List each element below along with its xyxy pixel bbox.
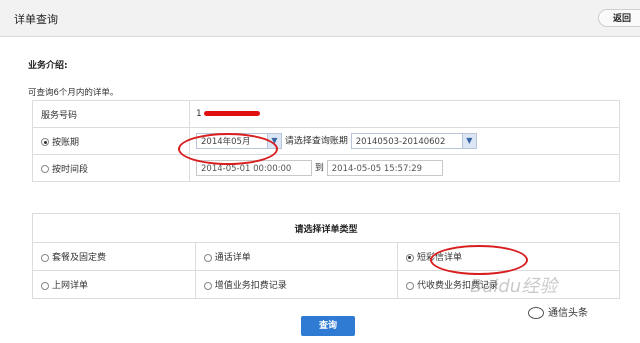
collection-fee-radio[interactable] <box>405 281 414 290</box>
redaction-mark <box>203 111 260 116</box>
option-label: 短彩信详单 <box>416 253 462 263</box>
period-select[interactable]: 20140503-20140602 ▼ <box>350 133 477 149</box>
option-label: 增值业务扣费记录 <box>214 281 287 291</box>
option-internet-detail[interactable]: 上网详单 <box>32 270 196 299</box>
watermark: Baidu经验 <box>470 276 558 297</box>
option-label: 套餐及固定费 <box>52 253 107 263</box>
option-label: 上网详单 <box>52 281 89 291</box>
detail-type-header: 请选择详单类型 <box>32 213 620 243</box>
period-radio[interactable] <box>41 138 49 146</box>
period-select-cell: 2014年05月 ▼ 请选择查询账期 20140503-20140602 ▼ <box>189 127 620 155</box>
period-radio-label: 按账期 <box>52 137 80 148</box>
chevron-down-icon[interactable]: ▼ <box>461 134 476 148</box>
time-radio-label: 按时间段 <box>52 164 89 175</box>
phone-row: 服务号码 1 <box>32 100 620 128</box>
month-select[interactable]: 2014年05月 ▼ <box>196 133 282 149</box>
back-button[interactable]: 返回 <box>598 9 640 27</box>
start-time-input[interactable]: 2014-05-01 00:00:00 <box>196 160 312 176</box>
intro-heading: 业务介绍: <box>28 61 68 71</box>
month-select-value: 2014年05月 <box>201 137 251 147</box>
intro-text: 可查询6个月内的详单。 <box>28 88 119 98</box>
to-label: 到 <box>314 163 324 174</box>
period-prompt: 请选择查询账期 <box>284 136 348 147</box>
page-header: 详单查询 返回 <box>0 0 640 37</box>
page-title: 详单查询 <box>14 13 58 26</box>
sms-detail-radio[interactable] <box>405 253 414 262</box>
phone-value: 1 <box>189 100 620 128</box>
phone-label: 服务号码 <box>32 100 190 128</box>
internet-detail-radio[interactable] <box>41 281 49 290</box>
option-sms-detail[interactable]: 短彩信详单 <box>396 242 621 271</box>
option-label: 通话详单 <box>214 253 251 263</box>
brand-label: 通信头条 <box>528 304 588 319</box>
option-value-added[interactable]: 增值业务扣费记录 <box>194 270 398 299</box>
period-row: 按账期 2014年05月 ▼ 请选择查询账期 20140503-20140602… <box>32 127 620 155</box>
wechat-icon <box>528 307 544 319</box>
chevron-down-icon[interactable]: ▼ <box>267 134 281 148</box>
detail-type-row: 套餐及固定费 通话详单 短彩信详单 <box>32 242 621 271</box>
value-added-radio[interactable] <box>203 281 212 290</box>
option-package-fee[interactable]: 套餐及固定费 <box>32 242 196 271</box>
query-form-table: 服务号码 1 按账期 2014年05月 ▼ 请选择查询账期 20140503-2… <box>32 100 620 182</box>
time-radio[interactable] <box>41 165 49 173</box>
time-radio-cell[interactable]: 按时间段 <box>32 154 190 182</box>
phone-prefix: 1 <box>196 109 202 119</box>
end-time-input[interactable]: 2014-05-05 15:57:29 <box>326 160 443 176</box>
period-radio-cell[interactable]: 按账期 <box>32 127 190 155</box>
time-range-cell: 2014-05-01 00:00:00 到 2014-05-05 15:57:2… <box>189 154 620 182</box>
package-fee-radio[interactable] <box>41 253 49 262</box>
time-row: 按时间段 2014-05-01 00:00:00 到 2014-05-05 15… <box>32 154 620 182</box>
call-detail-radio[interactable] <box>203 253 212 262</box>
period-select-value: 20140503-20140602 <box>355 137 446 147</box>
query-button[interactable]: 查询 <box>301 316 355 336</box>
option-call-detail[interactable]: 通话详单 <box>194 242 398 271</box>
brand-text: 通信头条 <box>548 308 588 319</box>
